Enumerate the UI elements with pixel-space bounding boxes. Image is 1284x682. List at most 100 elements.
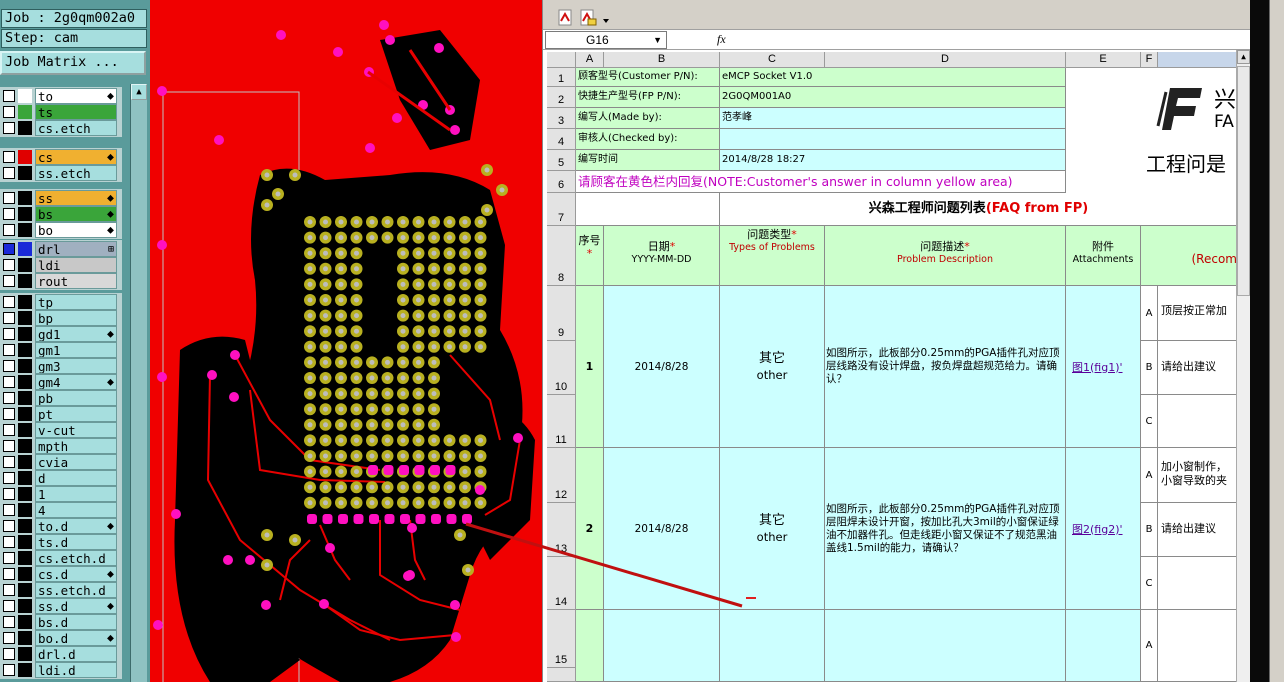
layer-checkbox[interactable] xyxy=(3,504,15,516)
layer-checkbox[interactable] xyxy=(3,568,15,580)
layer-name[interactable]: mpth xyxy=(35,438,117,454)
layer-color-swatch[interactable] xyxy=(18,439,32,453)
layer-row-ss.d[interactable]: ss.d ⬥ xyxy=(0,598,122,614)
layer-name[interactable]: bs.d xyxy=(35,614,117,630)
layer-color-swatch[interactable] xyxy=(18,567,32,581)
layer-name[interactable]: bs ⬥ xyxy=(35,206,117,222)
layer-color-swatch[interactable] xyxy=(18,327,32,341)
layer-color-swatch[interactable] xyxy=(18,311,32,325)
option-suggestion[interactable]: 请给出建议 xyxy=(1158,341,1237,395)
layer-color-swatch[interactable] xyxy=(18,295,32,309)
layer-row-drl.d[interactable]: drl.d xyxy=(0,646,122,662)
layer-color-swatch[interactable] xyxy=(18,274,32,288)
layer-checkbox[interactable] xyxy=(3,328,15,340)
option-suggestion[interactable] xyxy=(1158,395,1237,447)
item-seq[interactable]: 2 xyxy=(576,448,604,610)
layer-row-cs.etch[interactable]: cs.etch xyxy=(0,120,122,136)
layer-color-swatch[interactable] xyxy=(18,647,32,661)
layer-row-bp[interactable]: bp xyxy=(0,310,122,326)
layer-checkbox[interactable] xyxy=(3,440,15,452)
faq-title-cell[interactable]: 兴森工程师问题列表(FAQ from FP) xyxy=(720,193,1238,226)
layer-list-scrollbar[interactable]: ▲ xyxy=(130,84,147,682)
layer-name[interactable]: v-cut xyxy=(35,422,117,438)
option-suggestion[interactable] xyxy=(1158,610,1237,681)
layer-color-swatch[interactable] xyxy=(18,455,32,469)
layer-row-ts.d[interactable]: ts.d xyxy=(0,534,122,550)
layer-color-swatch[interactable] xyxy=(18,121,32,135)
layer-checkbox[interactable] xyxy=(3,488,15,500)
row-header-1[interactable]: 1 xyxy=(547,68,576,87)
layer-checkbox[interactable] xyxy=(3,243,15,255)
option-suggestion[interactable] xyxy=(1158,557,1237,609)
layer-checkbox[interactable] xyxy=(3,192,15,204)
layer-name[interactable]: bo ⬥ xyxy=(35,222,117,238)
layer-row-ss[interactable]: ss ⬥ xyxy=(0,190,122,206)
header-date[interactable]: 日期* YYYY-MM-DD xyxy=(604,226,720,286)
layer-row-v-cut[interactable]: v-cut xyxy=(0,422,122,438)
row-header-7[interactable]: 7 xyxy=(547,193,576,226)
layer-row-gm1[interactable]: gm1 xyxy=(0,342,122,358)
layer-row-bo.d[interactable]: bo.d ⬥ xyxy=(0,630,122,646)
layer-name[interactable]: gd1 ⬥ xyxy=(35,326,117,342)
layer-checkbox[interactable] xyxy=(3,520,15,532)
made-time-value[interactable]: 2014/8/28 18:27 xyxy=(720,150,1066,171)
layer-color-swatch[interactable] xyxy=(18,89,32,103)
layer-color-swatch[interactable] xyxy=(18,423,32,437)
row-header-10[interactable]: 10 xyxy=(547,341,576,395)
layer-checkbox[interactable] xyxy=(3,552,15,564)
option-label[interactable]: C xyxy=(1141,395,1158,447)
scrollbar-thumb[interactable] xyxy=(1237,66,1250,296)
layer-color-swatch[interactable] xyxy=(18,242,32,256)
item-description[interactable] xyxy=(825,610,1066,682)
fp-pn-label[interactable]: 快捷生产型号(FP P/N): xyxy=(576,87,720,108)
layer-name[interactable]: gm4 ⬥ xyxy=(35,374,117,390)
column-header-b[interactable]: B xyxy=(604,52,720,68)
job-matrix-button[interactable]: Job Matrix ... xyxy=(0,51,146,75)
layer-row-to.d[interactable]: to.d ⬥ xyxy=(0,518,122,534)
layer-row-gm4[interactable]: gm4 ⬥ xyxy=(0,374,122,390)
layer-name[interactable]: ss.etch xyxy=(35,165,117,181)
layer-checkbox[interactable] xyxy=(3,376,15,388)
layer-checkbox[interactable] xyxy=(3,259,15,271)
layer-checkbox[interactable] xyxy=(3,312,15,324)
layer-name[interactable]: ss.d ⬥ xyxy=(35,598,117,614)
made-by-label[interactable]: 编写人(Made by): xyxy=(576,108,720,129)
item-seq[interactable] xyxy=(576,610,604,682)
layer-name[interactable]: bo.d ⬥ xyxy=(35,630,117,646)
layer-row-pb[interactable]: pb xyxy=(0,390,122,406)
row-header-8[interactable]: 8 xyxy=(547,226,576,286)
layer-color-swatch[interactable] xyxy=(18,551,32,565)
layer-row-ss.etch[interactable]: ss.etch xyxy=(0,165,122,181)
layer-color-swatch[interactable] xyxy=(18,487,32,501)
layer-row-gd1[interactable]: gd1 ⬥ xyxy=(0,326,122,342)
layer-checkbox[interactable] xyxy=(3,224,15,236)
layer-checkbox[interactable] xyxy=(3,392,15,404)
layer-row-tp[interactable]: tp xyxy=(0,294,122,310)
layer-color-swatch[interactable] xyxy=(18,343,32,357)
layer-row-bo[interactable]: bo ⬥ xyxy=(0,222,122,238)
row-header-15[interactable]: 15 xyxy=(547,610,576,668)
fp-pn-value[interactable]: 2G0QM001A0 xyxy=(720,87,1066,108)
layer-color-swatch[interactable] xyxy=(18,519,32,533)
column-header-c[interactable]: C xyxy=(720,52,825,68)
checked-by-label[interactable]: 审核人(Checked by): xyxy=(576,129,720,150)
item-type[interactable] xyxy=(720,610,825,682)
header-seq[interactable]: 序号* xyxy=(576,226,604,286)
layer-name[interactable]: cvia xyxy=(35,454,117,470)
layer-color-swatch[interactable] xyxy=(18,535,32,549)
layer-color-swatch[interactable] xyxy=(18,258,32,272)
layer-name[interactable]: ss.etch.d xyxy=(35,582,117,598)
layer-color-swatch[interactable] xyxy=(18,375,32,389)
layer-color-swatch[interactable] xyxy=(18,631,32,645)
layer-checkbox[interactable] xyxy=(3,616,15,628)
layer-name[interactable]: pt xyxy=(35,406,117,422)
layer-checkbox[interactable] xyxy=(3,167,15,179)
layer-checkbox[interactable] xyxy=(3,456,15,468)
layer-row-bs[interactable]: bs ⬥ xyxy=(0,206,122,222)
row-header-5[interactable]: 5 xyxy=(547,150,576,171)
item-seq[interactable]: 1 xyxy=(576,286,604,448)
layer-name[interactable]: pb xyxy=(35,390,117,406)
row-header-4[interactable]: 4 xyxy=(547,129,576,150)
layer-row-cs.etch.d[interactable]: cs.etch.d xyxy=(0,550,122,566)
layer-color-swatch[interactable] xyxy=(18,615,32,629)
